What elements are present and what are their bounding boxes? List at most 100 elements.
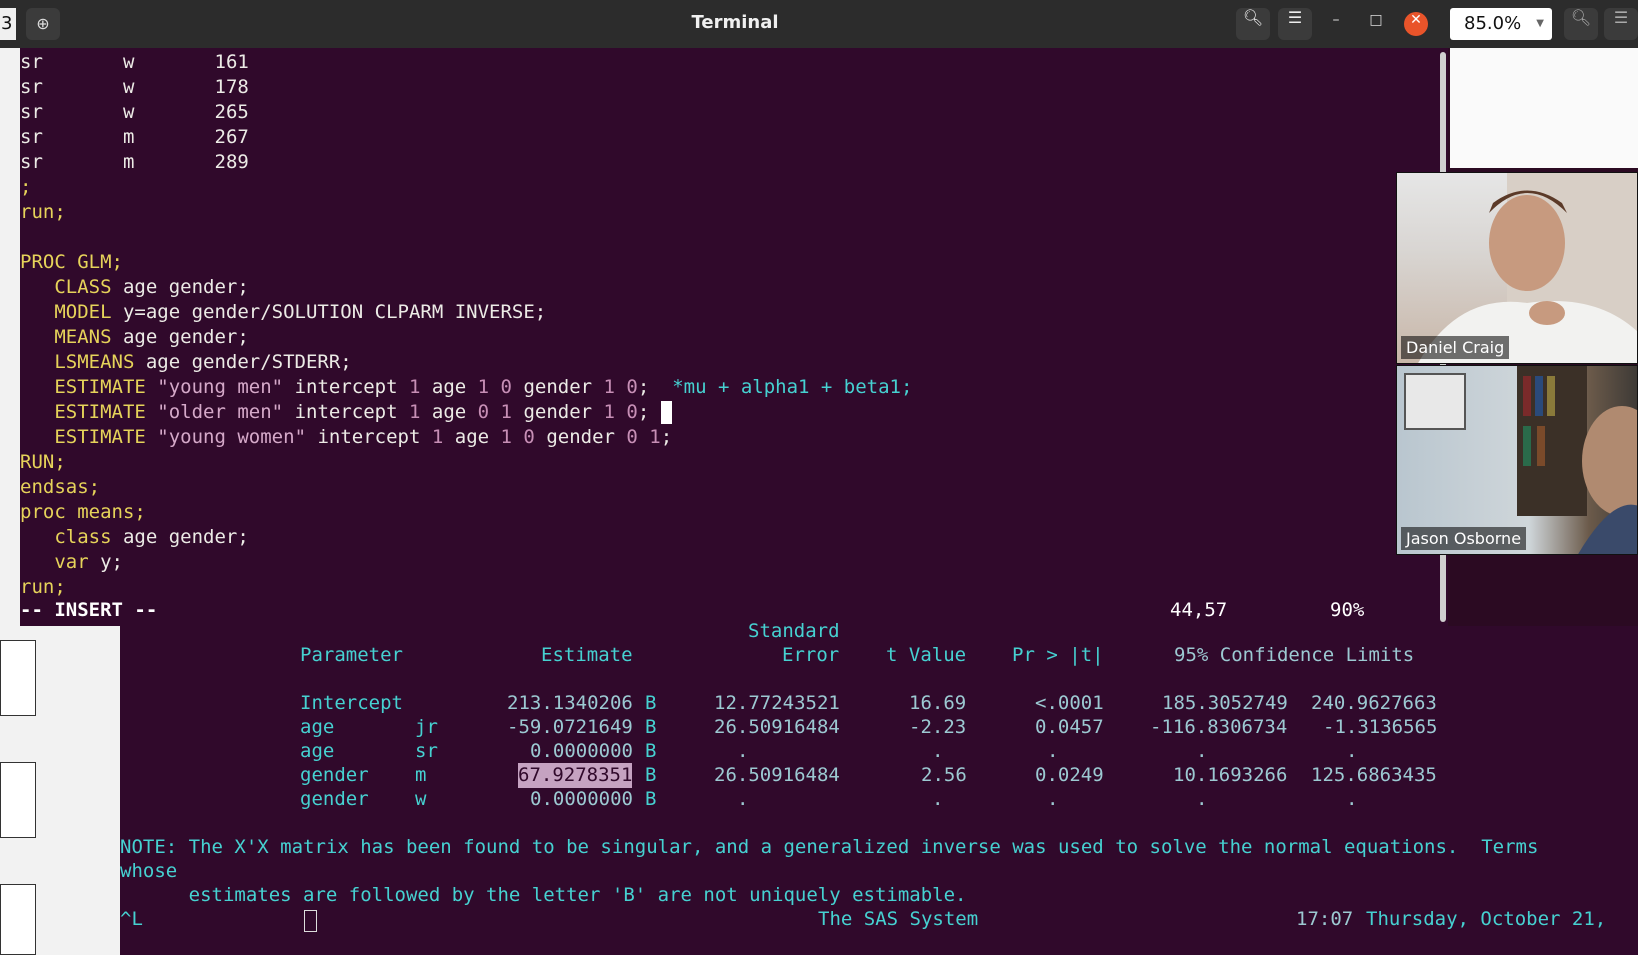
table-cell: Intercept [300,692,403,714]
cursor-position: 44,57 [1170,599,1228,621]
code-line: ESTIMATE "older men" intercept 1 age 0 1… [20,400,672,425]
table-cell: . [932,740,944,762]
table-cell: gender [300,764,369,786]
column-header: Estimate [541,644,633,666]
note-text: estimates are followed by the letter 'B'… [120,884,967,906]
code-line: proc means; [20,501,146,523]
text-cursor [660,401,672,424]
table-cell: <.0001 [1035,692,1104,714]
column-header: t Value [886,644,967,666]
table-cell: . [1196,788,1208,810]
code-line: MODEL y=age gender/SOLUTION CLPARM INVER… [54,301,547,323]
video-tile[interactable]: Jason Osborne [1396,365,1638,555]
table-cell: 10.1693266 [1173,764,1288,786]
participant-name: Daniel Craig [1401,336,1510,359]
code-line: class age gender; [54,526,249,548]
note-text: whose [120,860,178,882]
table-cell: -1.3136565 [1323,716,1438,738]
table-cell: B [645,764,657,786]
page-thumbnail[interactable] [0,640,36,716]
table-cell: 0.0000000 [530,740,633,762]
code-line: RUN; [20,451,66,473]
table-cell: jr [415,716,438,738]
table-cell: . [932,788,944,810]
code-line: PROC GLM; [20,251,123,273]
code-line: CLASS age gender; [54,276,249,298]
code-line: LSMEANS age gender/STDERR; [54,351,352,373]
table-cell: 16.69 [909,692,967,714]
column-header: Parameter [300,644,403,666]
code-line: sr w 265 [20,101,249,123]
page-thumbnail[interactable] [0,762,36,838]
minimize-icon[interactable]: – [1324,12,1348,36]
code-line: sr w 161 [20,51,249,73]
column-header: Pr > |t| [1012,644,1104,666]
table-cell: -2.23 [909,716,967,738]
table-cell: age [300,716,335,738]
code-line: ESTIMATE "young women" intercept 1 age 1… [54,426,673,448]
table-cell: -116.8306734 [1150,716,1288,738]
table-cell: 26.50916484 [714,716,840,738]
table-cell: B [645,692,657,714]
page-thumbnail[interactable] [0,884,36,955]
table-cell: B [645,716,657,738]
table-cell: . [1047,740,1059,762]
code-line: MEANS age gender; [54,326,249,348]
table-cell: age [300,740,335,762]
table-cell: 12.77243521 [714,692,840,714]
table-cell: w [415,788,427,810]
table-cell: 2.56 [921,764,967,786]
hamburger-menu-icon[interactable]: ☰ [1604,8,1638,40]
maximize-icon[interactable]: □ [1364,12,1388,36]
table-cell: 125.6863435 [1311,764,1437,786]
close-icon[interactable]: ✕ [1404,12,1428,36]
sas-output-terminal[interactable]: Standard Parameter Estimate Error t Valu… [120,620,1638,955]
background-window [1450,48,1638,168]
vim-editor[interactable]: sr w 161 sr w 178 sr w 265 sr m 267 sr m… [20,48,1448,626]
form-feed: ^L [120,908,143,930]
code-line: ; [20,176,32,198]
code-line: run; [20,201,66,223]
table-cell: -59.0721649 [507,716,633,738]
search-icon[interactable]: 🔍︎ [1236,8,1270,40]
code-line: sr m 267 [20,126,249,148]
hamburger-menu-icon[interactable]: ☰ [1278,8,1312,40]
column-header: Standard [748,620,840,642]
table-cell: 0.0000000 [530,788,633,810]
table-cell: . [737,788,749,810]
chevron-down-icon: ▼ [1536,18,1544,29]
table-cell: 0.0457 [1035,716,1104,738]
participant-name: Jason Osborne [1401,527,1527,550]
note-text: NOTE: The X'X matrix has been found to b… [120,836,1539,858]
column-header: 95% Confidence Limits [1174,644,1415,666]
video-tile[interactable]: Daniel Craig [1396,172,1638,364]
search-icon[interactable]: 🔍︎ [1564,8,1598,40]
table-cell: . [1196,740,1208,762]
table-cell: 0.0249 [1035,764,1104,786]
code-line: sr m 289 [20,151,249,173]
code-line: sr w 178 [20,76,249,98]
zoom-value: 85.0% [1464,13,1522,34]
table-cell: . [1346,740,1358,762]
code-line: var y; [54,551,123,573]
vim-mode: -- INSERT -- [20,599,158,621]
terminal-cursor [304,910,317,932]
terminal-titlebar: 3 ⊕ Terminal 🔍︎ ☰ – □ ✕ 85.0% ▼ 🔍︎ ☰ [0,0,1638,48]
table-cell: . [1346,788,1358,810]
table-cell: 185.3052749 [1162,692,1288,714]
output-time: 17:07 [1296,908,1354,930]
table-cell: 26.50916484 [714,764,840,786]
table-cell: 240.9627663 [1311,692,1437,714]
table-cell: gender [300,788,369,810]
zoom-select[interactable]: 85.0% ▼ [1450,8,1552,40]
selected-cell[interactable]: 67.9278351 [518,763,633,788]
table-cell: sr [415,740,438,762]
system-title: The SAS System [818,908,979,930]
scroll-percent: 90% [1330,599,1365,621]
code-line: ESTIMATE "young men" intercept 1 age 1 0… [54,376,913,398]
table-cell: 213.1340206 [507,692,633,714]
table-cell: m [415,764,427,786]
column-header: Error [782,644,840,666]
table-cell: . [737,740,749,762]
table-cell: . [1047,788,1059,810]
